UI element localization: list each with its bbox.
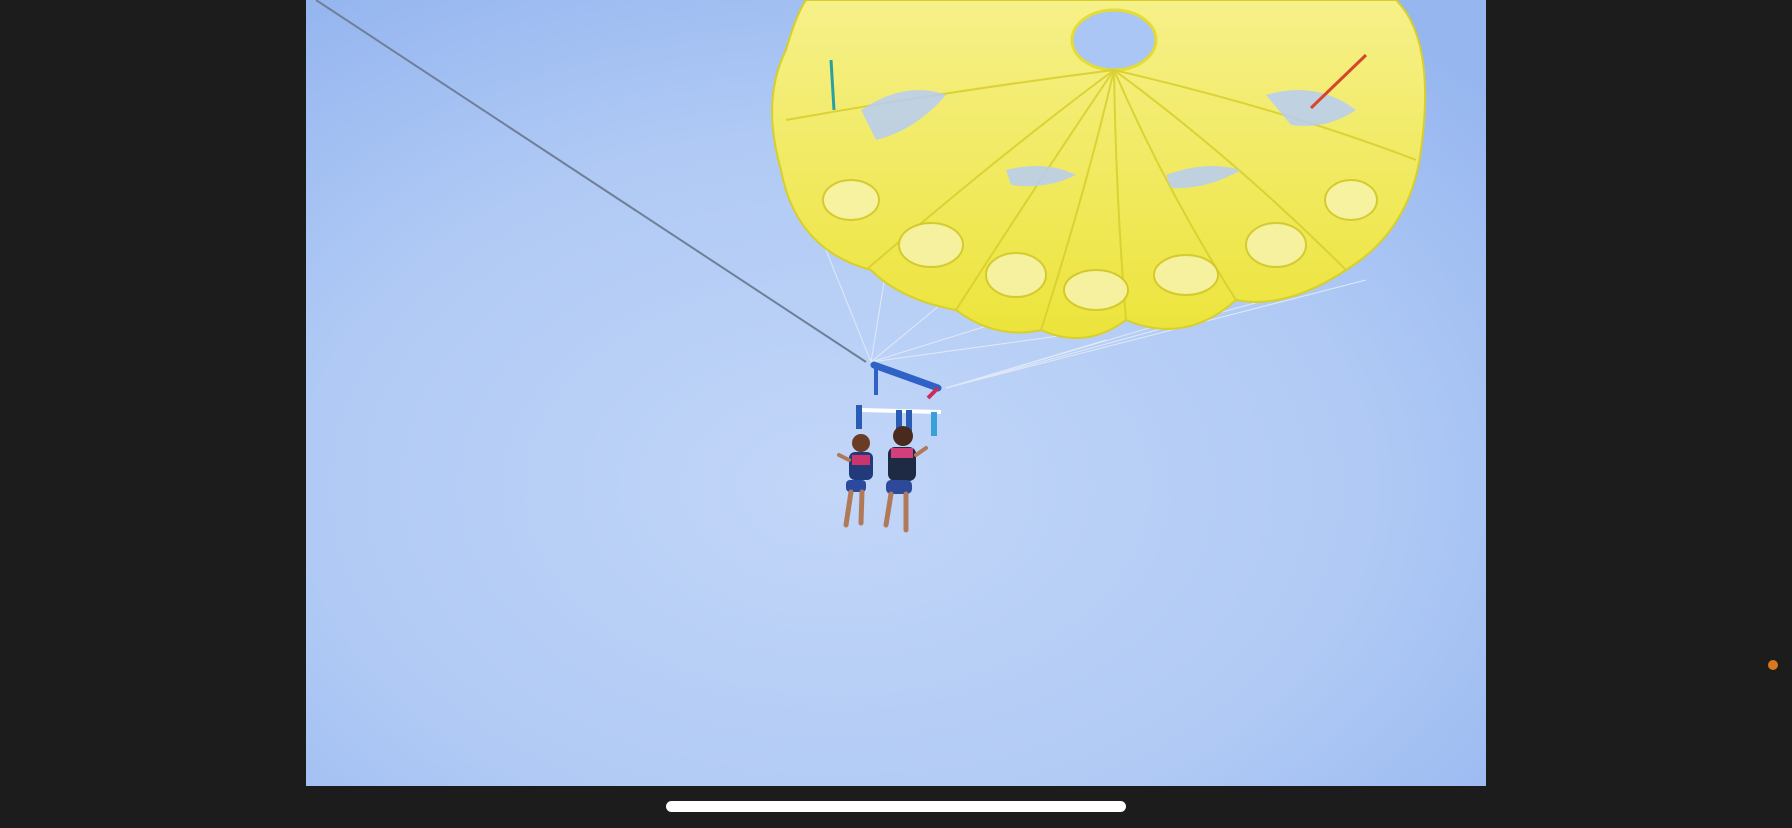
orange-dot-icon <box>1768 660 1778 670</box>
photo[interactable] <box>306 0 1486 786</box>
photo-viewer <box>0 0 1792 828</box>
parasail-photo-image <box>306 0 1486 786</box>
home-indicator[interactable] <box>666 801 1126 812</box>
